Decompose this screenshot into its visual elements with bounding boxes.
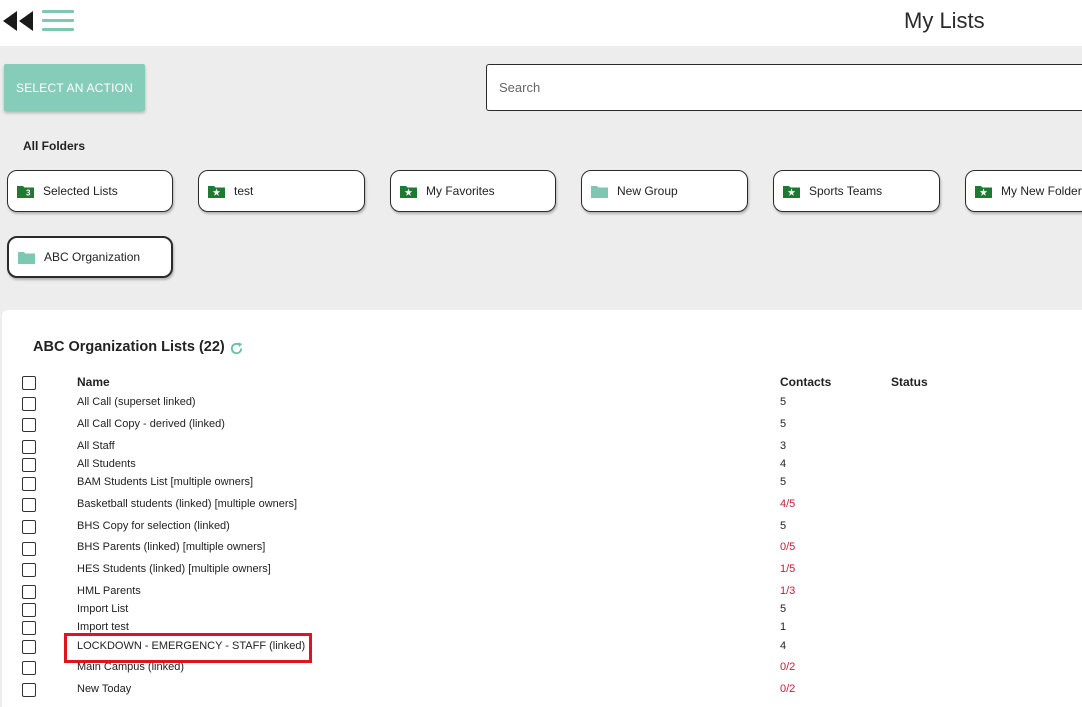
row-checkbox[interactable] xyxy=(22,520,36,534)
row-checkbox[interactable] xyxy=(22,498,36,512)
list-name[interactable]: HML Parents xyxy=(77,585,141,597)
folder-my-favorites[interactable]: My Favorites xyxy=(390,170,556,212)
lists-title: ABC Organization Lists (22) xyxy=(33,339,225,355)
star-folder-icon xyxy=(208,185,225,198)
list-contacts: 0/5 xyxy=(780,541,796,553)
list-name[interactable]: Import List xyxy=(77,603,128,615)
list-name[interactable]: BHS Parents (linked) [multiple owners] xyxy=(77,541,265,553)
list-contacts: 5 xyxy=(780,396,787,408)
star-folder-icon xyxy=(783,185,800,198)
list-contacts: 5 xyxy=(780,418,787,430)
list-contacts: 0/2 xyxy=(780,661,796,673)
row-checkbox[interactable] xyxy=(22,621,36,635)
top-bar: My Lists xyxy=(0,0,1082,46)
row-checkbox[interactable] xyxy=(22,683,36,697)
list-contacts: 5 xyxy=(780,476,787,488)
list-name[interactable]: Basketball students (linked) [multiple o… xyxy=(77,498,297,510)
folder-test[interactable]: test xyxy=(198,170,365,212)
row-checkbox[interactable] xyxy=(22,563,36,577)
list-contacts: 1/3 xyxy=(780,585,796,597)
list-contacts: 3 xyxy=(780,440,787,452)
list-name[interactable]: Import test xyxy=(77,621,129,633)
list-contacts: 4 xyxy=(780,458,787,470)
folder-selected-lists[interactable]: 3 Selected Lists xyxy=(7,170,173,212)
hamburger-menu-icon[interactable] xyxy=(42,10,74,32)
folder-label: My Favorites xyxy=(426,184,495,198)
folder-icon xyxy=(18,251,35,264)
svg-text:3: 3 xyxy=(26,188,31,197)
column-header-status[interactable]: Status xyxy=(891,375,928,389)
folder-label: ABC Organization xyxy=(44,250,141,264)
refresh-icon[interactable] xyxy=(229,341,244,356)
folder-sports-teams[interactable]: Sports Teams xyxy=(773,170,940,212)
select-action-button[interactable]: SELECT AN ACTION xyxy=(4,64,145,111)
list-contacts: 4 xyxy=(780,640,787,652)
list-name[interactable]: BAM Students List [multiple owners] xyxy=(77,476,253,488)
folder-label: New Group xyxy=(617,184,678,198)
star-folder-icon xyxy=(975,185,992,198)
folder-label: Selected Lists xyxy=(43,184,118,198)
list-contacts: 1 xyxy=(780,621,787,633)
list-contacts: 4/5 xyxy=(780,498,796,510)
star-folder-icon xyxy=(400,185,417,198)
row-checkbox[interactable] xyxy=(22,640,36,654)
list-contacts: 5 xyxy=(780,520,787,532)
folder-icon xyxy=(591,185,608,198)
list-name[interactable]: BHS Copy for selection (linked) xyxy=(77,520,230,532)
list-name[interactable]: All Students xyxy=(77,458,136,470)
search-input[interactable] xyxy=(486,64,1082,111)
folder-my-new-folder[interactable]: My New Folder xyxy=(965,170,1082,212)
all-folders-heading: All Folders xyxy=(23,139,86,153)
folder-new-group[interactable]: New Group xyxy=(581,170,748,212)
folder-abc-organization[interactable]: ABC Organization xyxy=(7,236,173,278)
list-contacts: 1/5 xyxy=(780,563,796,575)
list-name[interactable]: Main Campus (linked) xyxy=(77,661,184,673)
list-name[interactable]: New Today xyxy=(77,683,131,695)
folder-label: test xyxy=(234,184,254,198)
select-all-checkbox[interactable] xyxy=(22,376,36,390)
list-contacts: 5 xyxy=(780,603,787,615)
list-name[interactable]: All Call Copy - derived (linked) xyxy=(77,418,225,430)
row-checkbox[interactable] xyxy=(22,458,36,472)
row-checkbox[interactable] xyxy=(22,603,36,617)
row-checkbox[interactable] xyxy=(22,418,36,432)
folder-label: My New Folder xyxy=(1001,184,1082,198)
list-name[interactable]: All Staff xyxy=(77,440,115,452)
column-header-name[interactable]: Name xyxy=(77,375,110,389)
list-name[interactable]: HES Students (linked) [multiple owners] xyxy=(77,563,271,575)
list-name[interactable]: LOCKDOWN - EMERGENCY - STAFF (linked) xyxy=(77,640,305,652)
list-name[interactable]: All Call (superset linked) xyxy=(77,396,196,408)
list-contacts: 0/2 xyxy=(780,683,796,695)
double-chevron-left-icon[interactable] xyxy=(3,11,33,31)
folder-label: Sports Teams xyxy=(809,184,883,198)
row-checkbox[interactable] xyxy=(22,542,36,556)
page-title: My Lists xyxy=(904,8,985,33)
row-checkbox[interactable] xyxy=(22,397,36,411)
selected-folder-icon: 3 xyxy=(17,185,34,198)
row-checkbox[interactable] xyxy=(22,661,36,675)
row-checkbox[interactable] xyxy=(22,585,36,599)
row-checkbox[interactable] xyxy=(22,477,36,491)
row-checkbox[interactable] xyxy=(22,440,36,454)
column-header-contacts[interactable]: Contacts xyxy=(780,375,831,389)
